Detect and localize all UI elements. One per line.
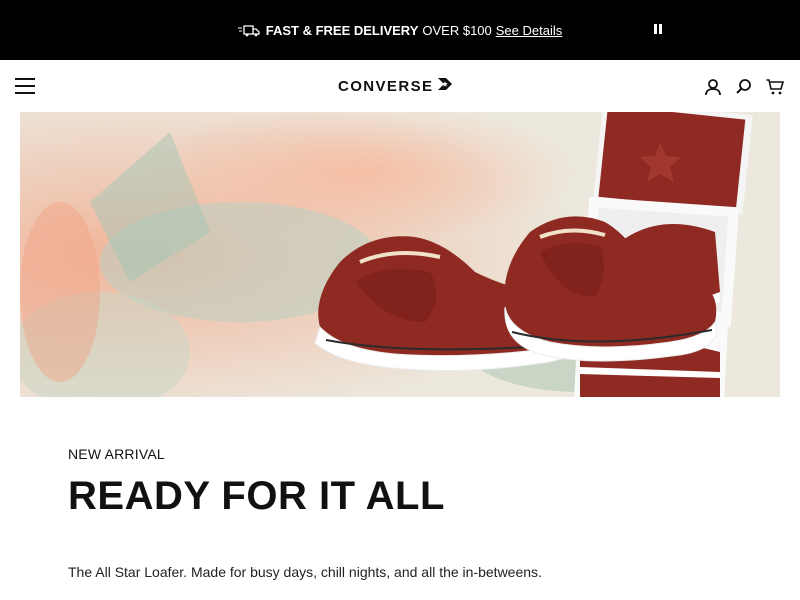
- pause-button[interactable]: [652, 24, 664, 36]
- promo-message: FAST & FREE DELIVERY OVER $100 See Detai…: [237, 22, 562, 38]
- site-header: CONVERSE: [0, 60, 800, 112]
- eyebrow-label: NEW ARRIVAL: [68, 446, 165, 462]
- page-title: READY FOR IT ALL: [68, 474, 445, 518]
- hero-image-all-star-loafer[interactable]: [20, 112, 780, 397]
- promo-bar: FAST & FREE DELIVERY OVER $100 See Detai…: [0, 0, 800, 60]
- logo-text: CONVERSE: [338, 77, 434, 95]
- see-details-link[interactable]: See Details: [496, 23, 562, 38]
- converse-logo[interactable]: CONVERSE: [338, 77, 454, 95]
- hero-description: The All Star Loafer. Made for busy days,…: [68, 564, 542, 580]
- hero-content: NEW ARRIVAL READY FOR IT ALL: [68, 446, 748, 518]
- header-actions: [704, 78, 784, 96]
- promo-bold-text: FAST & FREE DELIVERY: [265, 22, 419, 38]
- pause-icon: [654, 24, 657, 34]
- cart-icon[interactable]: [766, 78, 784, 96]
- promo-rest-text: OVER $100: [422, 22, 492, 38]
- search-icon[interactable]: [735, 78, 753, 96]
- delivery-truck-icon: [237, 23, 260, 37]
- account-icon[interactable]: [704, 78, 722, 96]
- chevron-star-icon: [436, 77, 454, 96]
- hamburger-menu-icon[interactable]: [15, 78, 35, 94]
